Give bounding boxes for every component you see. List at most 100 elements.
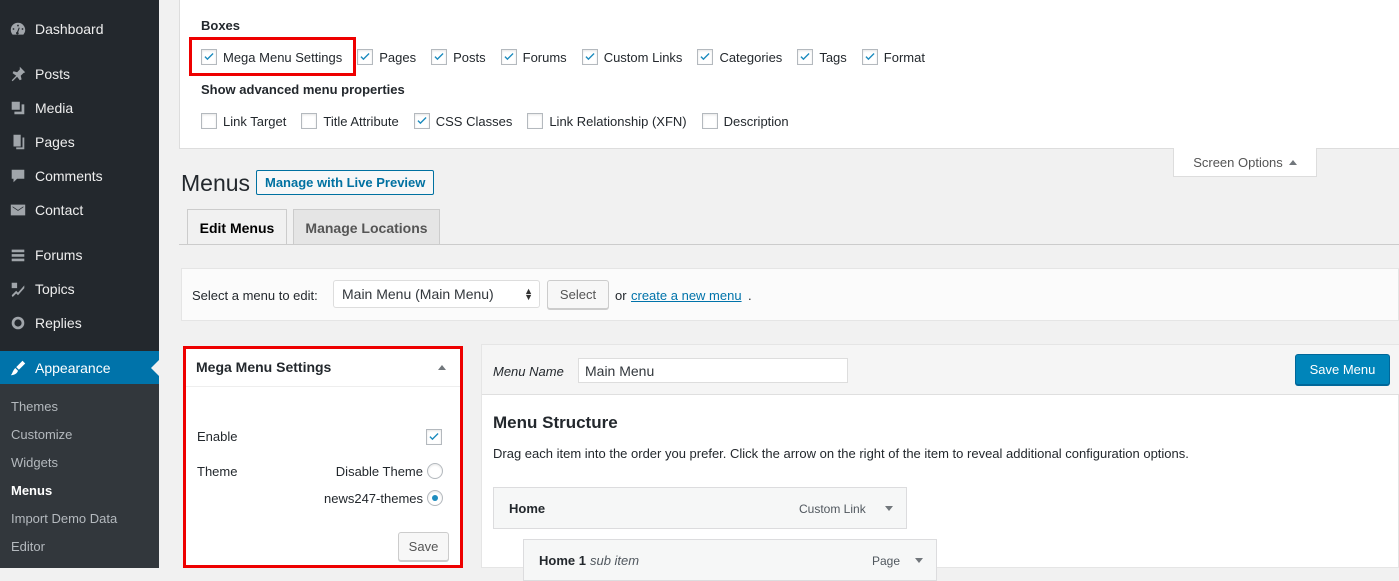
sidebar-item-pages[interactable]: Pages [0, 125, 159, 159]
submenu-item-menus[interactable]: Menus [11, 483, 52, 498]
box-checkbox-item[interactable]: Tags [797, 49, 847, 65]
advanced-checkbox-label: CSS Classes [435, 113, 513, 129]
sidebar-item-comments[interactable]: Comments [0, 159, 159, 193]
radio-news247-themes[interactable] [427, 490, 443, 506]
dashboard-icon [0, 20, 35, 38]
menu-select-dropdown[interactable]: Main Menu (Main Menu) ▲ ▼ [333, 280, 540, 308]
checkmark-icon [800, 52, 810, 61]
box-checkbox-label: Format [883, 49, 925, 65]
sidebar-item-label: Comments [35, 168, 103, 184]
tab-manage-locations[interactable]: Manage Locations [293, 209, 440, 245]
sidebar-item-dashboard[interactable]: Dashboard [0, 12, 159, 46]
submenu-item-editor[interactable]: Editor [11, 539, 45, 554]
checkmark-icon [865, 52, 875, 61]
menu-item-subtitle: sub item [589, 553, 640, 568]
box-checkbox-label: Tags [819, 49, 847, 65]
advanced-checkbox-item[interactable]: Title Attribute [301, 113, 399, 129]
mega-save-button[interactable]: Save [398, 532, 449, 561]
sidebar-item-forums[interactable]: Forums [0, 238, 159, 272]
box-checkbox[interactable] [581, 49, 598, 65]
box-checkbox[interactable] [797, 49, 814, 65]
select-menu-bar: Select a menu to edit: Main Menu (Main M… [181, 268, 1399, 321]
menu-structure-title: Menu Structure [493, 413, 618, 432]
menu-select-value: Main Menu (Main Menu) [342, 286, 494, 302]
advanced-checkbox-item[interactable]: Link Target [201, 113, 286, 129]
box-checkbox[interactable] [357, 49, 374, 65]
submenu-item-widgets[interactable]: Widgets [11, 455, 58, 470]
sidebar-item-label: Posts [35, 66, 71, 82]
checkmark-icon [585, 52, 595, 61]
forums-icon [0, 246, 35, 264]
box-checkbox-item[interactable]: Format [861, 49, 925, 65]
advanced-checkbox-label: Description [723, 113, 789, 129]
sidebar-item-media[interactable]: Media [0, 91, 159, 125]
sidebar-item-label: Media [35, 100, 74, 116]
sidebar-item-appearance[interactable]: Appearance [0, 351, 159, 385]
menu-item-home-1[interactable]: Home 1 sub item Page [523, 539, 937, 581]
radio-disable-theme[interactable] [427, 463, 443, 479]
page-title: Menus [181, 170, 251, 196]
expand-arrow-icon[interactable] [885, 506, 893, 511]
menu-name-input[interactable] [578, 358, 848, 383]
select-arrows-icon: ▲ ▼ [524, 286, 533, 302]
manage-live-preview-button[interactable]: Manage with Live Preview [256, 170, 435, 195]
sidebar-item-replies[interactable]: Replies [0, 306, 159, 340]
box-checkbox[interactable] [431, 49, 448, 65]
comment-icon [0, 167, 35, 185]
checkmark-icon [429, 432, 439, 441]
period-text: . [748, 288, 752, 303]
menu-item-title: Home [509, 501, 546, 516]
create-new-menu-link[interactable]: create a new menu [631, 288, 742, 303]
screen-options-toggle[interactable]: Screen Options [1173, 148, 1317, 177]
menu-name-label: Menu Name [493, 364, 564, 379]
advanced-checkbox[interactable] [701, 113, 718, 129]
sidebar-item-contact[interactable]: Contact [0, 193, 159, 227]
menu-item-home[interactable]: Home Custom Link [493, 487, 907, 529]
advanced-checkbox[interactable] [413, 113, 430, 129]
advanced-checkbox[interactable] [201, 113, 217, 129]
checkmark-icon [434, 52, 444, 61]
theme-option-news247[interactable]: news247-themes [324, 490, 443, 506]
expand-arrow-icon[interactable] [915, 558, 923, 563]
advanced-checkbox[interactable] [301, 113, 318, 129]
select-button[interactable]: Select [547, 280, 609, 309]
advanced-checkbox-item[interactable]: Description [701, 113, 789, 129]
tab-edit-menus[interactable]: Edit Menus [187, 209, 287, 245]
box-checkbox[interactable] [697, 49, 714, 65]
box-checkbox-label: Pages [379, 49, 417, 65]
boxes-title: Boxes [201, 18, 241, 33]
advanced-checkbox-item[interactable]: CSS Classes [413, 113, 513, 129]
box-checkbox[interactable] [500, 49, 517, 65]
topics-icon [0, 280, 35, 298]
box-checkbox-label: Categories [719, 49, 783, 65]
theme-option-disable[interactable]: Disable Theme [336, 463, 443, 479]
replies-icon [0, 314, 35, 332]
menu-item-type: Custom Link [799, 502, 866, 516]
enable-label: Enable [197, 429, 238, 444]
collapse-arrow-icon[interactable] [438, 365, 446, 370]
theme-label: Theme [197, 464, 238, 479]
box-checkbox-label: Posts [453, 49, 486, 65]
mega-menu-settings-title: Mega Menu Settings [196, 359, 332, 375]
sidebar-item-topics[interactable]: Topics [0, 272, 159, 306]
media-icon [0, 99, 35, 117]
sidebar-item-label: Topics [35, 281, 75, 297]
box-checkbox-item[interactable]: Forums [500, 49, 567, 65]
box-checkbox-item[interactable]: Custom Links [581, 49, 682, 65]
save-menu-button[interactable]: Save Menu [1295, 354, 1390, 385]
advanced-properties-title: Show advanced menu properties [201, 82, 405, 97]
box-checkbox-item[interactable]: Posts [431, 49, 486, 65]
submenu-item-customize[interactable]: Customize [11, 427, 72, 442]
box-checkbox[interactable] [861, 49, 878, 65]
sidebar-item-posts[interactable]: Posts [0, 57, 159, 91]
advanced-checkbox-item[interactable]: Link Relationship (XFN) [527, 113, 687, 129]
advanced-checkbox[interactable] [527, 113, 544, 129]
enable-checkbox[interactable] [426, 429, 442, 445]
box-checkbox-item[interactable]: Categories [697, 49, 782, 65]
checkmark-icon [700, 52, 710, 61]
submenu-item-themes[interactable]: Themes [11, 399, 58, 414]
mega-menu-settings-header[interactable]: Mega Menu Settings [186, 349, 460, 387]
submenu-item-import-demo-data[interactable]: Import Demo Data [11, 511, 117, 526]
box-checkbox-item[interactable]: Pages [357, 49, 416, 65]
sidebar-item-label: Contact [35, 202, 84, 218]
